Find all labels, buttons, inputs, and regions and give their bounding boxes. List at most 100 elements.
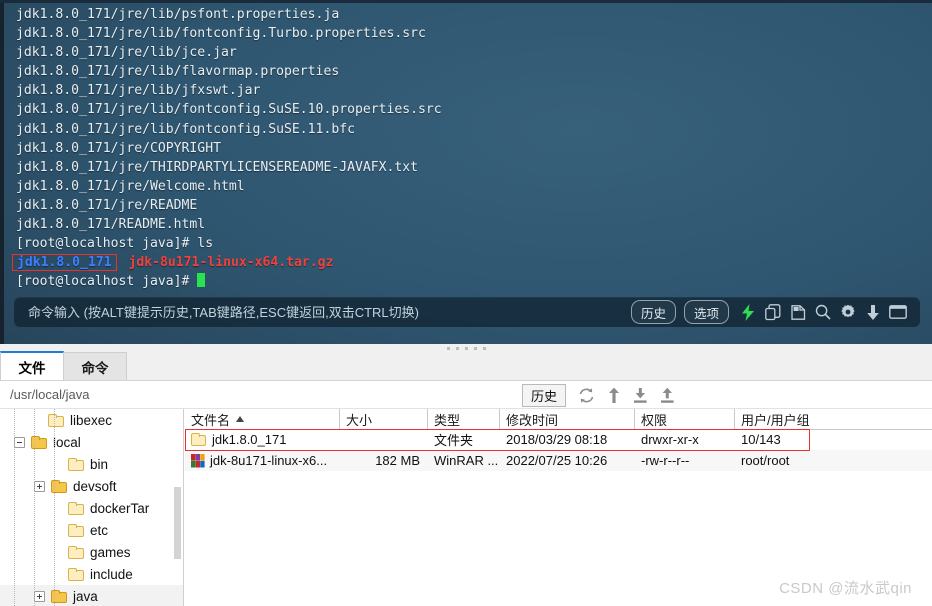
file-toolbar: 历史 [521, 381, 684, 409]
cell-modified: 2022/07/25 10:26 [506, 453, 608, 468]
tree-item-label: libexec [70, 412, 113, 428]
folder-icon [68, 545, 84, 559]
tab-strip: 文件 命令 [0, 351, 932, 381]
file-browser-panel: 文件 命令 /usr/local/java 历史 libexec local b… [0, 351, 932, 606]
paste-icon[interactable] [787, 301, 809, 323]
file-list-header: 文件名 大小 类型 修改时间 权限 用户/用户组 [185, 409, 932, 429]
column-header-2[interactable]: 类型 [428, 409, 500, 429]
folder-icon [191, 432, 207, 447]
tree-item-label: bin [90, 456, 109, 472]
refresh-icon[interactable] [576, 385, 597, 406]
splitter-dot [446, 346, 450, 350]
highlighted-directory: jdk1.8.0_171 [12, 254, 117, 272]
terminal-line: jdk1.8.0_171/jre/lib/jfxswt.jar [16, 83, 261, 99]
sort-ascending-icon [236, 416, 245, 422]
column-header-5[interactable]: 用户/用户组 [735, 409, 865, 429]
search-icon[interactable] [812, 301, 834, 323]
column-header-label: 修改时间 [506, 412, 559, 428]
column-header-label: 用户/用户组 [741, 412, 810, 428]
column-header-0[interactable]: 文件名 [185, 409, 340, 429]
tab-files[interactable]: 文件 [0, 351, 64, 380]
folder-icon [68, 567, 84, 581]
terminal-line: jdk1.8.0_171/jre/lib/fontconfig.Turbo.pr… [16, 26, 426, 42]
splitter-dot [482, 346, 486, 350]
panel-splitter[interactable] [0, 344, 932, 352]
cell-permissions: -rw-r--r-- [641, 453, 690, 468]
directory-tree[interactable]: libexec local bin devsoft dockerTar etc games i… [0, 409, 184, 606]
tree-item-bin[interactable]: bin [0, 453, 183, 475]
file-list-rows: jdk1.8.0_171 文件夹 2018/03/29 08:18 drwxr-xr-… [185, 429, 932, 471]
archive-filename: jdk-8u171-linux-x64.tar.gz [120, 255, 334, 271]
command-toolbar: 历史 选项 [14, 297, 920, 327]
tree-item-games[interactable]: games [0, 541, 183, 563]
terminal-line: jdk1.8.0_171/jre/lib/flavormap.propertie… [16, 64, 340, 80]
cell-name: jdk-8u171-linux-x6... [185, 453, 340, 468]
tree-item-java[interactable]: java [0, 585, 183, 606]
cell-permissions: drwxr-xr-x [641, 432, 699, 447]
terminal-line: jdk1.8.0_171/jre/lib/jce.jar [16, 45, 237, 61]
column-header-label: 大小 [346, 412, 373, 428]
splitter-dot [473, 346, 477, 350]
current-path[interactable]: /usr/local/java [0, 387, 89, 402]
terminal-history-button[interactable]: 历史 [630, 300, 676, 324]
tree-item-label: devsoft [73, 478, 117, 494]
column-header-1[interactable]: 大小 [340, 409, 428, 429]
terminal-prompt: [root@localhost java]# [16, 272, 926, 291]
column-header-label: 类型 [434, 412, 461, 428]
folder-icon [68, 523, 84, 537]
window-icon[interactable] [887, 301, 909, 323]
tree-guide-line [34, 409, 35, 606]
command-input[interactable] [14, 297, 631, 327]
tree-item-local[interactable]: local [0, 431, 183, 453]
terminal-output: jdk1.8.0_171/jre/lib/psfont.properties.j… [12, 5, 926, 291]
terminal-line: jdk1.8.0_171/jre/THIRDPARTYLICENSEREADME… [16, 159, 419, 175]
terminal-options-button[interactable]: 选项 [683, 300, 729, 324]
upload-icon[interactable] [657, 385, 678, 406]
watermark: CSDN @流水武qin [779, 580, 912, 597]
tree-item-etc[interactable]: etc [0, 519, 183, 541]
tree-guide-line [14, 409, 15, 606]
download-icon[interactable] [862, 301, 884, 323]
tree-item-label: games [90, 544, 131, 560]
tree-item-label: dockerTar [90, 500, 150, 516]
terminal-cursor [197, 273, 206, 288]
cell-type: WinRAR ... [434, 453, 499, 468]
splitter-dot [464, 346, 468, 350]
copy-icon[interactable] [762, 301, 784, 323]
column-header-3[interactable]: 修改时间 [500, 409, 635, 429]
expand-icon[interactable] [34, 480, 45, 492]
download-icon[interactable] [630, 385, 651, 406]
tree-item-include[interactable]: include [0, 563, 183, 585]
terminal-panel[interactable]: jdk1.8.0_171/jre/lib/psfont.properties.j… [0, 0, 932, 344]
gear-icon[interactable] [837, 301, 859, 323]
folder-icon [68, 457, 84, 471]
tab-commands[interactable]: 命令 [63, 352, 127, 380]
terminal-line: jdk1.8.0_171/jre/README [16, 197, 198, 213]
collapse-icon[interactable] [14, 436, 25, 448]
cell-size: 182 MB [375, 453, 420, 468]
table-row[interactable]: jdk1.8.0_171 文件夹 2018/03/29 08:18 drwxr-xr-… [185, 429, 932, 450]
terminal-line: jdk1.8.0_171/jre/lib/fontconfig.SuSE.11.… [16, 121, 355, 137]
tree-item-label: etc [90, 522, 109, 538]
tree-item-label: java [73, 588, 98, 604]
up-level-icon[interactable] [603, 385, 624, 406]
tree-item-devsoft[interactable]: devsoft [0, 475, 183, 497]
folder-icon [68, 501, 84, 515]
tree-guide-line [54, 409, 55, 606]
cell-owner: root/root [741, 453, 790, 468]
terminal-line: [root@localhost java]# ls [16, 236, 214, 252]
tree-item-libexec[interactable]: libexec [0, 409, 183, 431]
cell-modified: 2018/03/29 08:18 [506, 432, 608, 447]
lightning-icon[interactable] [737, 301, 759, 323]
path-row: /usr/local/java [0, 381, 932, 409]
column-header-label: 文件名 [191, 412, 231, 428]
file-history-button[interactable]: 历史 [521, 383, 566, 407]
table-row[interactable]: jdk-8u171-linux-x6... 182 MB WinRAR ... 202… [185, 450, 932, 471]
terminal-line: jdk1.8.0_171/jre/Welcome.html [16, 178, 245, 194]
expand-icon[interactable] [34, 590, 45, 602]
tree-item-label: include [90, 566, 133, 582]
column-header-4[interactable]: 权限 [635, 409, 735, 429]
tree-item-dockertar[interactable]: dockerTar [0, 497, 183, 519]
tree-scrollbar[interactable] [174, 487, 181, 559]
folder-icon [48, 413, 64, 427]
